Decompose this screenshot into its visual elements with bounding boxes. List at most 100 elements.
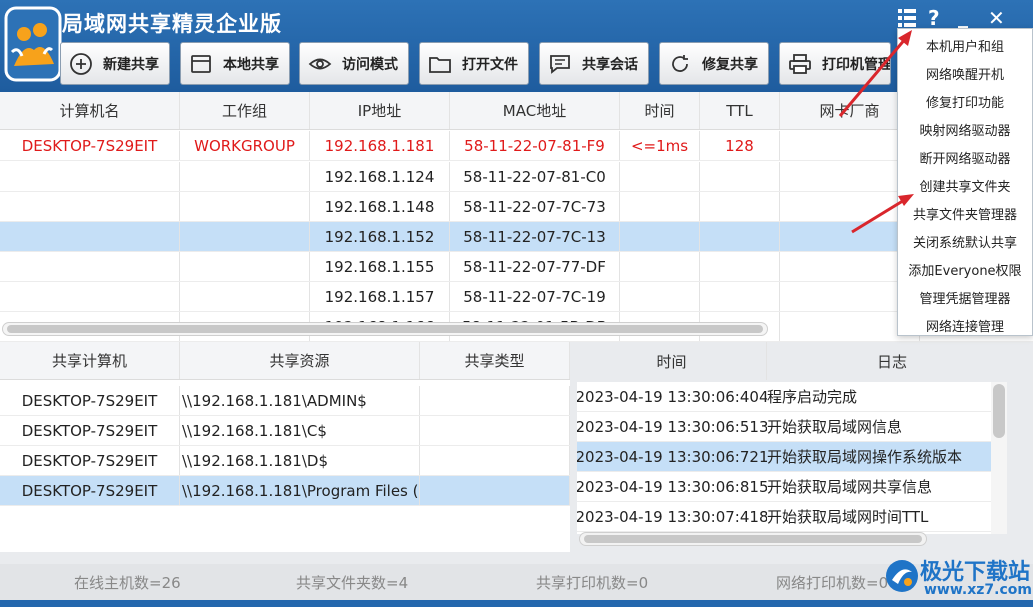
status-bar: 在线主机数=26 共享文件夹数=4 共享打印机数=0 网络打印机数=0 bbox=[0, 564, 1033, 600]
cell-log-message: 开始获取局域网时间TTL bbox=[767, 508, 929, 526]
cell-share-type bbox=[420, 416, 570, 445]
table-row[interactable]: 2023-04-19 13:30:06:404 程序启动完成 bbox=[577, 382, 993, 412]
cell-share-resource: \\192.168.1.181\ADMIN$ bbox=[180, 386, 420, 415]
hosts-table: 计算机名 工作组 IP地址 MAC地址 时间 TTL 网卡厂商 DESKTOP-… bbox=[0, 92, 1033, 342]
cell-workgroup bbox=[180, 192, 310, 221]
open-file-button[interactable]: 打开文件 bbox=[419, 42, 529, 85]
menu-item-repair-print[interactable]: 修复打印功能 bbox=[898, 87, 1032, 115]
menu-item-network-connections[interactable]: 网络连接管理 bbox=[898, 311, 1032, 339]
cell-share-computer: DESKTOP-7S29EIT bbox=[0, 386, 180, 415]
online-hosts-count: 在线主机数=26 bbox=[74, 574, 181, 592]
cell-share-computer: DESKTOP-7S29EIT bbox=[0, 476, 180, 505]
cell-computer-name bbox=[0, 192, 180, 221]
new-share-button[interactable]: 新建共享 bbox=[60, 42, 170, 85]
menu-item-wake-on-lan[interactable]: 网络唤醒开机 bbox=[898, 59, 1032, 87]
shares-table: 共享计算机 共享资源 共享类型 DESKTOP-7S29EIT \\192.16… bbox=[0, 342, 570, 552]
refresh-icon bbox=[672, 54, 688, 72]
cell-time bbox=[620, 282, 700, 311]
cell-mac: 58-11-22-07-77-DF bbox=[450, 252, 620, 281]
folder-icon bbox=[429, 56, 451, 73]
table-row[interactable]: DESKTOP-7S29EIT \\192.168.1.181\ADMIN$ bbox=[0, 386, 570, 416]
col-computer-name[interactable]: 计算机名 bbox=[0, 92, 180, 129]
menu-item-credential-manager[interactable]: 管理凭据管理器 bbox=[898, 283, 1032, 311]
cell-ttl bbox=[700, 252, 780, 281]
cell-workgroup bbox=[180, 252, 310, 281]
table-row[interactable]: 2023-04-19 13:30:06:513 开始获取局域网信息 bbox=[577, 412, 993, 442]
cell-mac: 58-11-22-07-7C-19 bbox=[450, 282, 620, 311]
menu-item-create-share-folder[interactable]: 创建共享文件夹 bbox=[898, 171, 1032, 199]
new-share-label: 新建共享 bbox=[103, 56, 159, 73]
close-button[interactable]: ✕ bbox=[988, 6, 1005, 30]
menu-item-map-drive[interactable]: 映射网络驱动器 bbox=[898, 115, 1032, 143]
cell-ip: 192.168.1.181 bbox=[310, 131, 450, 160]
cell-ip: 192.168.1.124 bbox=[310, 162, 450, 191]
cell-mac: 58-11-22-07-81-F9 bbox=[450, 131, 620, 160]
cell-ip: 192.168.1.157 bbox=[310, 282, 450, 311]
col-share-computer[interactable]: 共享计算机 bbox=[0, 342, 180, 379]
cell-log-message: 开始获取局域网操作系统版本 bbox=[767, 448, 963, 466]
app-logo-icon bbox=[4, 6, 62, 82]
table-row[interactable]: 192.168.1.124 58-11-22-07-81-C0 bbox=[0, 162, 1033, 192]
local-share-button[interactable]: 本地共享 bbox=[180, 42, 290, 85]
share-session-label: 共享会话 bbox=[582, 56, 638, 73]
context-menu: 本机用户和组 网络唤醒开机 修复打印功能 映射网络驱动器 断开网络驱动器 创建共… bbox=[897, 28, 1033, 336]
menu-item-local-users-groups[interactable]: 本机用户和组 bbox=[898, 31, 1032, 59]
log-hscroll-thumb[interactable] bbox=[584, 535, 922, 543]
access-mode-button[interactable]: 访问模式 bbox=[299, 42, 409, 85]
table-row[interactable]: 2023-04-19 13:30:06:721 开始获取局域网操作系统版本 bbox=[577, 442, 993, 472]
menu-item-disconnect-drive[interactable]: 断开网络驱动器 bbox=[898, 143, 1032, 171]
log-vertical-scrollbar[interactable] bbox=[991, 382, 1007, 534]
cell-ttl bbox=[700, 192, 780, 221]
log-panel: 时间 日志 2023-04-19 13:30:06:404 程序启动完成 202… bbox=[577, 342, 1017, 552]
minimize-button[interactable]: _ bbox=[958, 6, 968, 30]
eye-icon bbox=[308, 58, 332, 69]
table-row[interactable]: DESKTOP-7S29EIT WORKGROUP 192.168.1.181 … bbox=[0, 131, 1033, 161]
local-share-label: 本地共享 bbox=[223, 56, 279, 73]
col-workgroup[interactable]: 工作组 bbox=[180, 92, 310, 129]
col-mac[interactable]: MAC地址 bbox=[450, 92, 620, 129]
table-row[interactable]: 192.168.1.148 58-11-22-07-7C-73 bbox=[0, 192, 1033, 222]
table-row[interactable]: DESKTOP-7S29EIT \\192.168.1.181\D$ bbox=[0, 446, 570, 476]
menu-icon[interactable] bbox=[896, 6, 918, 30]
menu-item-share-folder-manager[interactable]: 共享文件夹管理器 bbox=[898, 199, 1032, 227]
table-row[interactable]: DESKTOP-7S29EIT \\192.168.1.181\C$ bbox=[0, 416, 570, 446]
help-button[interactable]: ? bbox=[928, 6, 940, 30]
table-row[interactable]: 2023-04-19 13:30:06:815 开始获取局域网共享信息 bbox=[577, 472, 993, 502]
watermark-logo-icon bbox=[886, 560, 918, 592]
cell-log-time: 2023-04-19 13:30:06:513 bbox=[577, 417, 767, 436]
cell-computer-name bbox=[0, 252, 180, 281]
hosts-scroll-thumb[interactable] bbox=[7, 325, 763, 333]
access-mode-label: 访问模式 bbox=[342, 56, 398, 73]
cell-share-computer: DESKTOP-7S29EIT bbox=[0, 416, 180, 445]
repair-share-label: 修复共享 bbox=[702, 56, 758, 73]
cell-log-message: 开始获取局域网信息 bbox=[767, 418, 903, 436]
table-row[interactable]: DESKTOP-7S29EIT \\192.168.1.181\Program … bbox=[0, 476, 570, 506]
log-horizontal-scrollbar[interactable] bbox=[579, 532, 927, 546]
col-ip[interactable]: IP地址 bbox=[310, 92, 450, 129]
table-row[interactable]: 192.168.1.152 58-11-22-07-7C-13 bbox=[0, 222, 1033, 252]
menu-item-disable-default-share[interactable]: 关闭系统默认共享 bbox=[898, 227, 1032, 255]
cell-share-resource: \\192.168.1.181\C$ bbox=[180, 416, 420, 445]
cell-ttl bbox=[700, 162, 780, 191]
col-log-time[interactable]: 时间 bbox=[577, 342, 767, 380]
cell-share-type bbox=[420, 476, 570, 505]
table-row[interactable]: 192.168.1.157 58-11-22-07-7C-19 bbox=[0, 282, 1033, 312]
log-table-header: 时间 日志 bbox=[577, 342, 1017, 380]
printer-manage-button[interactable]: 打印机管理 bbox=[779, 42, 891, 85]
col-share-resource[interactable]: 共享资源 bbox=[180, 342, 420, 379]
log-vscroll-thumb[interactable] bbox=[993, 384, 1005, 438]
col-log-message[interactable]: 日志 bbox=[767, 342, 1017, 380]
cell-log-message: 程序启动完成 bbox=[767, 388, 858, 406]
menu-item-add-everyone-permission[interactable]: 添加Everyone权限 bbox=[898, 255, 1032, 283]
cell-time bbox=[620, 252, 700, 281]
table-row[interactable]: 2023-04-19 13:30:07:418 开始获取局域网时间TTL bbox=[577, 502, 993, 532]
share-session-button[interactable]: 共享会话 bbox=[539, 42, 649, 85]
table-row[interactable]: 192.168.1.155 58-11-22-07-77-DF bbox=[0, 252, 1033, 282]
repair-share-button[interactable]: 修复共享 bbox=[659, 42, 769, 85]
col-ttl[interactable]: TTL bbox=[700, 92, 780, 129]
col-time[interactable]: 时间 bbox=[620, 92, 700, 129]
hosts-horizontal-scrollbar[interactable] bbox=[2, 322, 768, 336]
cell-workgroup: WORKGROUP bbox=[180, 131, 310, 160]
cell-log-time: 2023-04-19 13:30:06:721 bbox=[577, 447, 767, 466]
col-share-type[interactable]: 共享类型 bbox=[420, 342, 570, 379]
